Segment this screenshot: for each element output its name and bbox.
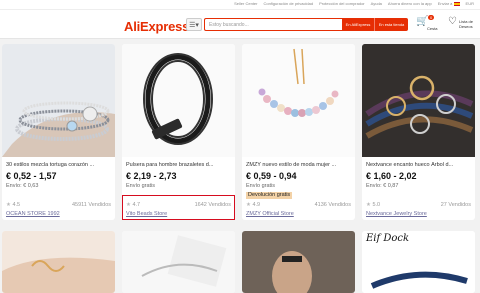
product-title[interactable]: 30 estilos mezcla tortuga corazón ... [6, 162, 111, 168]
aliexpress-logo[interactable]: AliExpress [124, 19, 189, 34]
privacy-settings-link[interactable]: Configuración de privacidad [263, 1, 313, 6]
search-store-button[interactable]: En esta tienda [374, 18, 408, 31]
ship-to-link[interactable]: Enviar a [438, 1, 460, 6]
product-card[interactable] [242, 231, 355, 293]
product-image [122, 231, 235, 293]
star-icon: ★ [366, 202, 371, 208]
product-title[interactable]: ZMZY nuevo estilo de moda mujer ... [246, 162, 351, 168]
rating-value: 4.9 [252, 202, 261, 208]
cart-button[interactable]: 🛒 0 Cesta [415, 15, 441, 35]
menu-icon: ☰▾ [189, 21, 199, 29]
product-image [2, 231, 115, 293]
spain-flag-icon [453, 1, 460, 6]
top-links: Seller Center Configuración de privacida… [234, 1, 474, 6]
store-link[interactable]: OCEAN STORE 1992 [6, 211, 60, 217]
product-price: € 2,19 - 2,73 [126, 171, 177, 181]
product-card[interactable]: Nextvance encanto hueco Árbol d... € 1,6… [362, 44, 475, 220]
ship-to-label: Enviar a [437, 1, 453, 6]
help-link[interactable]: Ayuda [371, 1, 382, 6]
product-card[interactable] [2, 231, 115, 293]
product-sold-count: 4136 Vendidos [314, 202, 351, 208]
product-card[interactable]: Pulsera para hombre brazaletes d... € 2,… [122, 44, 235, 220]
product-price: € 0,59 - 0,94 [246, 171, 297, 181]
highlight-box [122, 195, 235, 220]
top-bar: Seller Center Configuración de privacida… [0, 0, 480, 10]
free-return-badge: Devolución gratis [246, 192, 293, 199]
star-icon: ★ [6, 202, 11, 208]
product-card[interactable]: Eif Dock [362, 231, 475, 293]
store-link[interactable]: ZMZY Official Store [246, 211, 294, 217]
wishlist-button[interactable]: ♡ Lista de Deseos [448, 17, 478, 35]
product-price: € 1,60 - 2,02 [366, 171, 417, 181]
product-card[interactable] [122, 231, 235, 293]
cart-label: Cesta [427, 26, 438, 31]
product-rating: ★ 5.0 [366, 202, 380, 208]
currency-link[interactable]: EUR [466, 1, 474, 6]
heart-icon: ♡ [448, 16, 457, 27]
star-icon: ★ [246, 202, 251, 208]
product-shipping: Envío: € 0,63 [6, 183, 39, 189]
wishlist-label: Lista de Deseos [459, 19, 474, 29]
product-title[interactable]: Nextvance encanto hueco Árbol d... [366, 162, 471, 168]
app-link[interactable]: Ahorra dinero con la app [388, 1, 432, 6]
store-link[interactable]: Nextvance Jewelry Store [366, 211, 427, 217]
product-shipping: Envío gratis [126, 183, 156, 189]
category-menu-button[interactable]: ☰▾ [186, 18, 202, 31]
header: AliExpress ☰▾ En AliExpress En esta tien… [0, 10, 480, 39]
product-sold-count: 27 Vendidos [440, 202, 471, 208]
cart-count-badge: 0 [428, 15, 435, 20]
search-aliexpress-button[interactable]: En AliExpress [342, 18, 374, 31]
product-shipping: Envío: € 0,87 [366, 183, 399, 189]
product-image-caption: Eif Dock [366, 233, 410, 244]
product-card[interactable]: 30 estilos mezcla tortuga corazón ... € … [2, 44, 115, 220]
product-rating: ★ 4.9 [246, 202, 260, 208]
product-image [242, 44, 355, 157]
buyer-protection-link[interactable]: Protección del comprador [319, 1, 365, 6]
product-title[interactable]: Pulsera para hombre brazaletes d... [126, 162, 231, 168]
product-image [362, 44, 475, 157]
product-image [242, 231, 355, 293]
product-sold-count: 45911 Vendidos [71, 202, 111, 208]
product-card[interactable]: ZMZY nuevo estilo de moda mujer ... € 0,… [242, 44, 355, 220]
product-image [122, 44, 235, 157]
rating-value: 5.0 [372, 202, 381, 208]
product-image [2, 44, 115, 157]
product-shipping: Envío gratis [246, 183, 276, 189]
search-input[interactable] [204, 18, 342, 31]
rating-value: 4.5 [12, 202, 21, 208]
seller-center-link[interactable]: Seller Center [234, 1, 257, 6]
product-rating: ★ 4.5 [6, 202, 20, 208]
product-price: € 0,52 - 1,57 [6, 171, 57, 181]
